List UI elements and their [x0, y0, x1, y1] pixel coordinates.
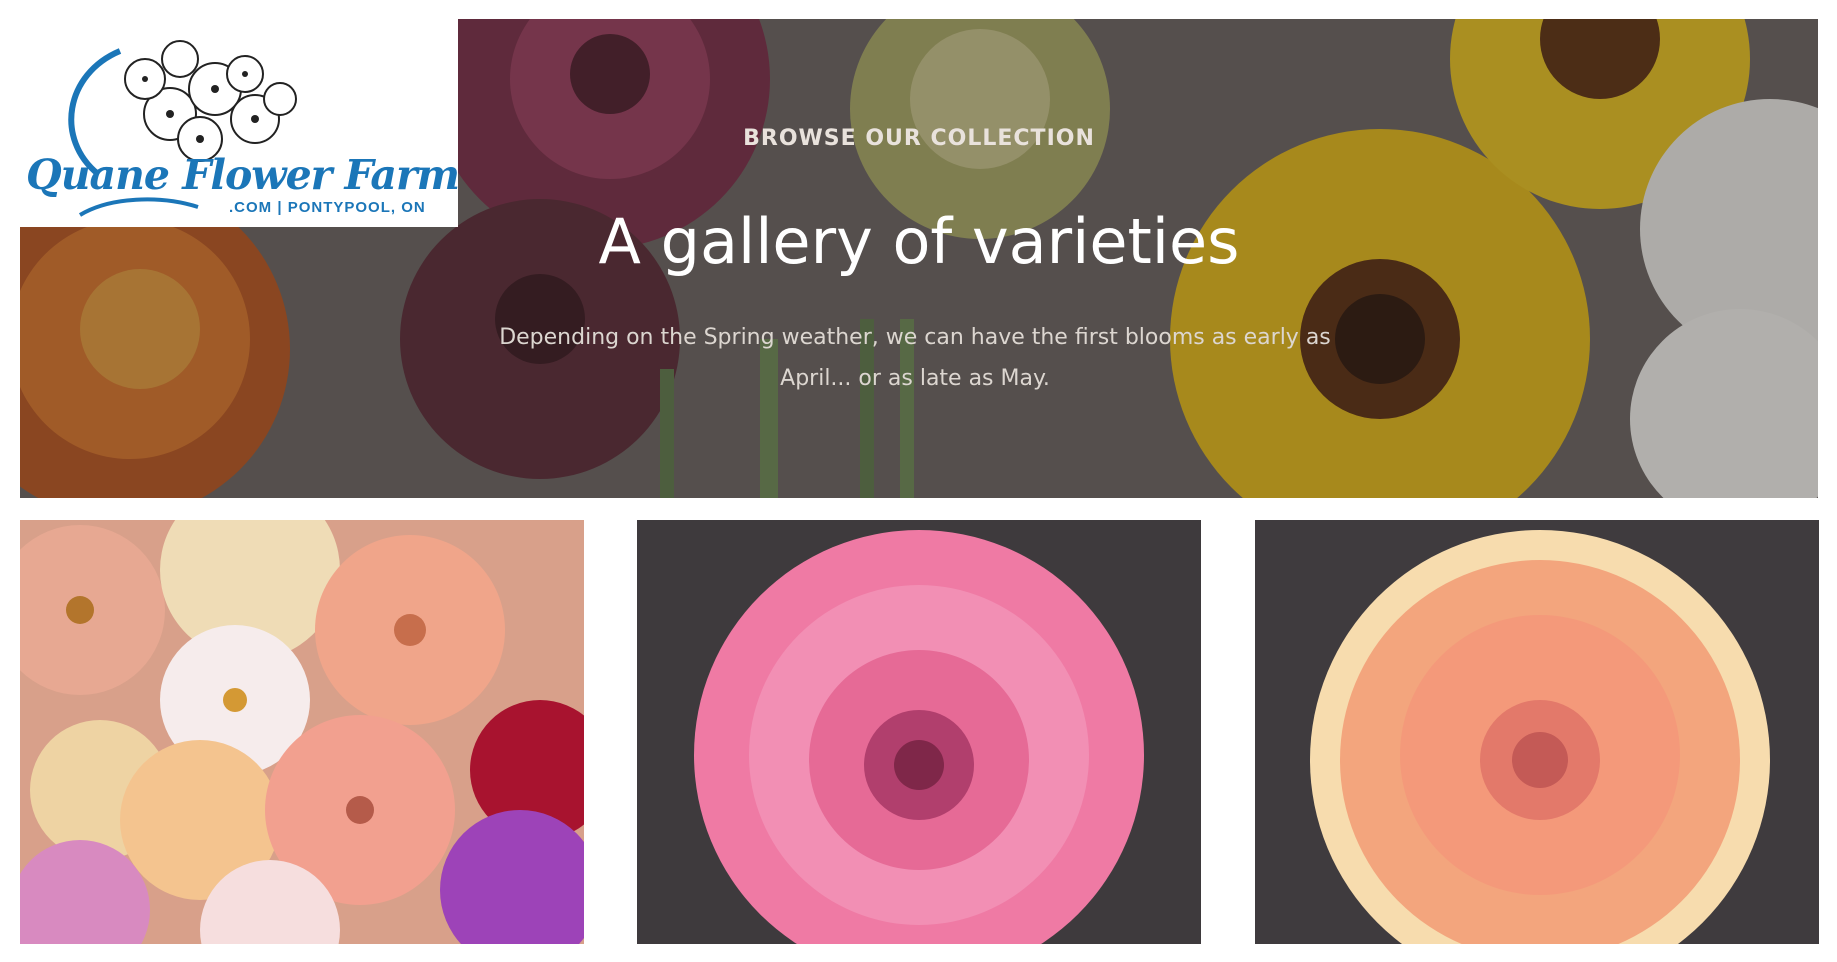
peach-dahlia-image — [1255, 520, 1819, 944]
gallery-image-pink-dahlia[interactable] — [637, 520, 1201, 944]
mixed-dahlias-image — [20, 520, 584, 944]
pink-dahlia-image — [637, 520, 1201, 944]
hero-description: Depending on the Spring weather, we can … — [499, 325, 1331, 391]
site-logo[interactable]: Quane Flower Farm .COM | PONTYPOOL, ON — [20, 19, 458, 227]
gallery-image-mixed-dahlias[interactable] — [20, 520, 584, 944]
logo-subtitle: .COM | PONTYPOOL, ON — [229, 199, 426, 216]
gallery-image-peach-dahlia[interactable] — [1255, 520, 1819, 944]
logo-wordmark: Quane Flower Farm — [26, 151, 458, 199]
